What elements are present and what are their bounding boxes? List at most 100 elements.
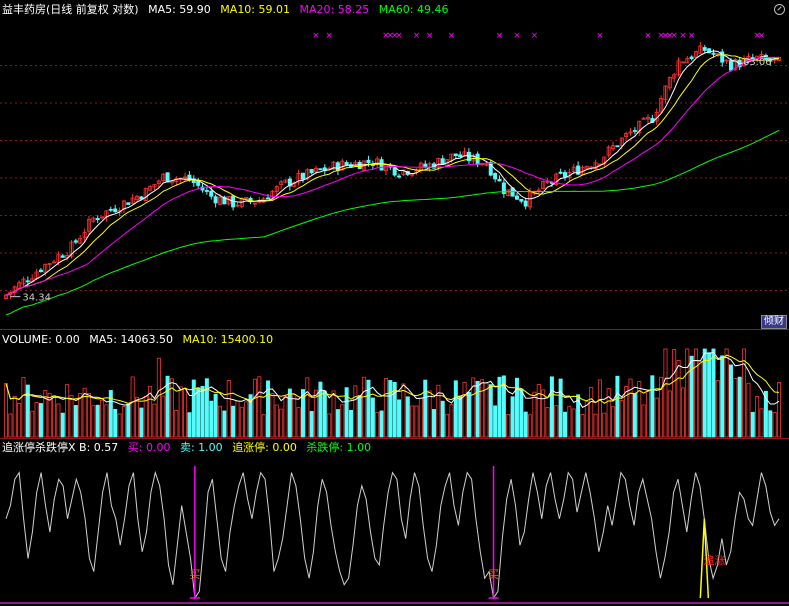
- candle-body: [213, 196, 218, 204]
- volume-bar: [685, 348, 690, 438]
- volume-bar: [606, 388, 611, 438]
- volume-bar: [654, 397, 659, 438]
- candle-body: [108, 208, 113, 211]
- volume-bar: [580, 414, 585, 438]
- volume-bar: [375, 411, 380, 438]
- volume-bar: [715, 380, 720, 438]
- volume-bar: [73, 405, 78, 438]
- volume-bar: [95, 404, 100, 438]
- volume-bar: [554, 405, 559, 438]
- candle-body: [514, 195, 519, 200]
- candle-body: [266, 197, 271, 200]
- signal-mark: ×: [395, 31, 403, 41]
- candle-body: [204, 190, 209, 192]
- volume-bar: [379, 410, 384, 438]
- candle-body: [318, 168, 323, 171]
- ma20-line: [5, 56, 779, 296]
- volume-bar: [449, 404, 454, 438]
- price-annotation-label: 63.06: [743, 57, 772, 68]
- candle-body: [165, 172, 170, 183]
- volume-bar: [672, 348, 677, 438]
- volume-bar: [239, 406, 244, 438]
- signal-mark: ×: [513, 31, 521, 41]
- price-annotation-label: 34.34: [22, 293, 51, 304]
- volume-bar: [231, 405, 236, 438]
- volume-bar: [226, 379, 231, 438]
- volume-bar: [217, 405, 222, 438]
- buy-signal-label: 买: [488, 568, 499, 581]
- volume-bar: [641, 404, 646, 438]
- candle-body: [25, 280, 30, 283]
- volume-bar: [353, 385, 358, 438]
- volume-bar: [445, 413, 450, 438]
- candle-body: [711, 52, 716, 55]
- volume-bar: [12, 395, 17, 438]
- volume-bar: [130, 376, 135, 438]
- volume-bar: [113, 408, 118, 438]
- candle-body: [563, 172, 568, 178]
- candle-body: [558, 171, 563, 174]
- volume-bar: [558, 378, 563, 438]
- volume-bar: [156, 357, 161, 438]
- volume-bar: [60, 412, 65, 438]
- volume-bar: [108, 390, 113, 438]
- volume-bar: [514, 377, 519, 438]
- signal-mark: ×: [596, 31, 604, 41]
- candle-body: [497, 178, 502, 182]
- volume-bar: [322, 390, 327, 438]
- volume-bar: [335, 409, 340, 438]
- volume-bar: [755, 396, 760, 438]
- ma5-line: [5, 50, 780, 296]
- volume-bar: [261, 414, 266, 438]
- signal-mark: ×: [496, 31, 504, 41]
- volume-bar: [493, 405, 498, 438]
- volume-bar: [567, 405, 572, 438]
- volume-bar: [480, 379, 485, 438]
- volume-bar: [711, 348, 716, 438]
- candle-body: [209, 190, 214, 197]
- volume-bar: [152, 403, 157, 438]
- volume-bar: [209, 400, 214, 438]
- candle-body: [519, 198, 524, 202]
- volume-bar: [370, 397, 375, 438]
- candle-body: [632, 130, 637, 132]
- volume-bar: [121, 406, 126, 438]
- volume-bar: [702, 348, 707, 438]
- volume-bar: [597, 379, 602, 438]
- volume-bar: [200, 385, 205, 438]
- volume-bar: [440, 400, 445, 438]
- volume-bar: [91, 405, 96, 438]
- volume-bar: [694, 348, 699, 438]
- volume-bar: [30, 410, 35, 438]
- volume-bar: [427, 390, 432, 438]
- volume-bar: [728, 364, 733, 438]
- candle-body: [366, 159, 371, 163]
- volume-bar: [204, 378, 209, 438]
- volume-bar: [571, 408, 576, 438]
- candle-body: [300, 172, 305, 180]
- volume-bar: [506, 413, 511, 438]
- volume-bar: [104, 404, 109, 438]
- volume-bar: [357, 395, 362, 438]
- volume-bar: [484, 382, 489, 438]
- candle-body: [392, 167, 397, 176]
- volume-bar: [292, 394, 297, 438]
- volume-bar: [327, 413, 332, 438]
- volume-bar: [707, 352, 712, 438]
- volume-bar: [528, 414, 533, 438]
- volume-bar: [724, 348, 729, 438]
- volume-bar: [349, 409, 354, 438]
- volume-bar: [615, 375, 620, 438]
- volume-bar: [331, 390, 336, 438]
- chase-signal-label: 追涨: [703, 553, 725, 567]
- volume-bar: [52, 395, 57, 438]
- candle-body: [475, 153, 480, 165]
- buy-signal-label: 买: [189, 568, 200, 581]
- volume-bar: [676, 359, 681, 438]
- volume-bar: [584, 401, 589, 438]
- volume-bar: [453, 380, 458, 438]
- volume-bar: [523, 411, 528, 438]
- volume-bar: [388, 380, 393, 438]
- volume-bar: [135, 397, 140, 438]
- candle-body: [126, 202, 131, 205]
